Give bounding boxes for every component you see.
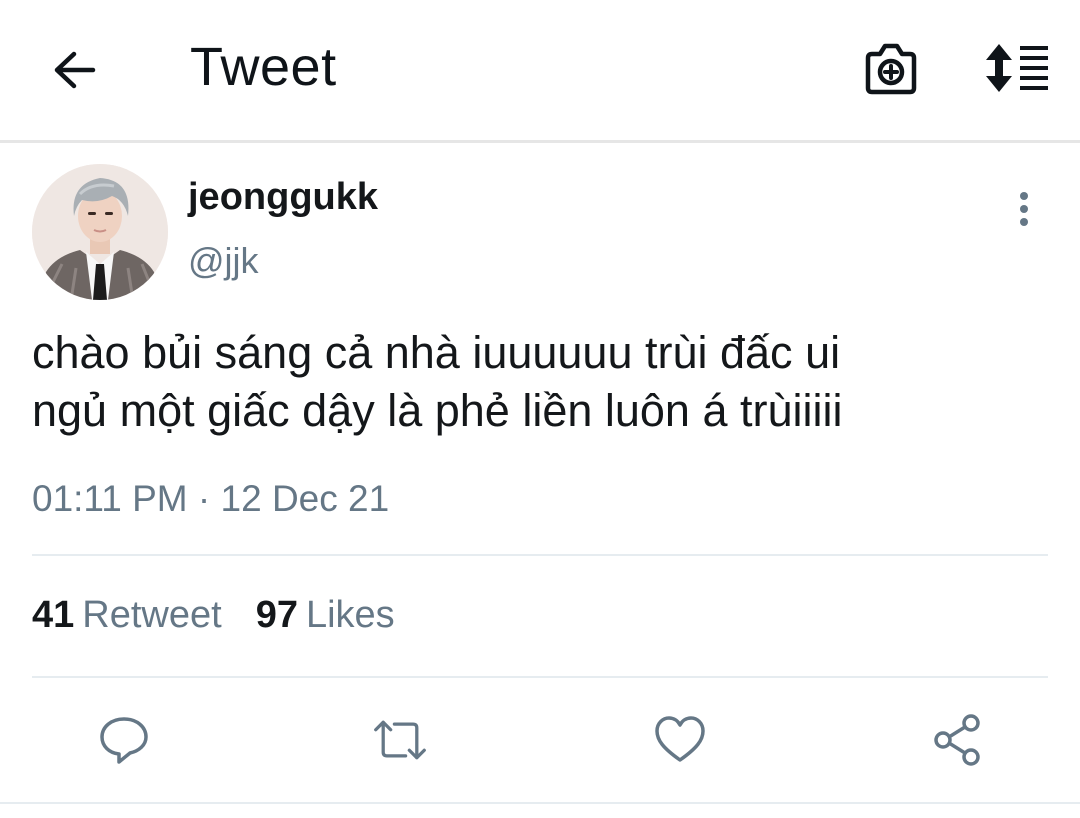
retweets-stat[interactable]: 41 Retweet <box>32 594 222 636</box>
like-button[interactable] <box>652 712 708 768</box>
divider <box>0 802 1080 804</box>
tweet-text-line: chào bủi sáng cả nhà iuuuuuu trùi đấc ui <box>32 327 841 378</box>
more-dot-icon <box>1020 192 1028 200</box>
more-dot-icon <box>1020 218 1028 226</box>
reply-button[interactable] <box>96 712 152 768</box>
divider <box>32 554 1048 556</box>
display-name[interactable]: jeonggukk <box>188 176 378 219</box>
reply-icon <box>100 717 148 764</box>
like-icon <box>655 716 705 762</box>
retweet-icon <box>374 720 426 760</box>
retweet-button[interactable] <box>372 712 428 768</box>
app-header: Tweet <box>0 0 1080 143</box>
sort-lines-icon <box>986 44 1048 92</box>
share-icon <box>934 714 980 766</box>
more-dot-icon <box>1020 205 1028 213</box>
back-button[interactable] <box>48 44 100 96</box>
divider <box>32 676 1048 678</box>
camera-button[interactable] <box>860 40 922 100</box>
tweet-stats: 41 Retweet 97 Likes <box>32 594 395 637</box>
tweet-text-line: ngủ một giấc dậy là phẻ liền luôn á trùi… <box>32 385 843 436</box>
arrow-left-icon <box>54 51 96 89</box>
likes-label: Likes <box>305 594 395 636</box>
more-options-button[interactable] <box>1008 188 1040 230</box>
avatar[interactable] <box>32 164 168 300</box>
sort-button[interactable] <box>982 40 1050 96</box>
share-button[interactable] <box>930 712 986 768</box>
likes-stat[interactable]: 97 Likes <box>256 594 395 636</box>
tweet-text: chào bủi sáng cả nhà iuuuuuu trùi đấc ui… <box>32 324 1042 440</box>
tweet-timestamp: 01:11 PM · 12 Dec 21 <box>32 478 390 519</box>
page-title: Tweet <box>190 37 337 97</box>
likes-count: 97 <box>255 594 298 636</box>
retweets-label: Retweet <box>82 594 222 636</box>
profile-photo <box>32 164 168 300</box>
user-handle[interactable]: @jjk <box>188 240 259 282</box>
camera-plus-icon <box>865 43 917 95</box>
retweets-count: 41 <box>32 594 75 636</box>
